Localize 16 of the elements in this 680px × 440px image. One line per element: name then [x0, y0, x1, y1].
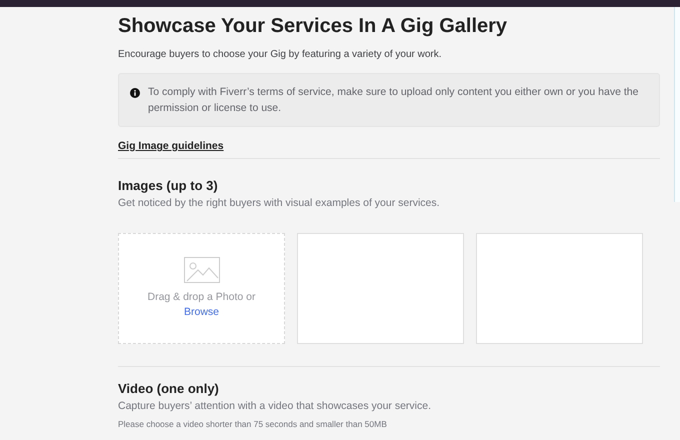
browse-link[interactable]: Browse: [184, 305, 219, 321]
images-heading: Images (up to 3): [118, 177, 219, 195]
video-heading: Video (one only): [118, 380, 220, 398]
video-note: Please choose a video shorter than 75 seconds and smaller than 50MB: [118, 418, 388, 430]
image-slot[interactable]: [476, 233, 643, 344]
image-icon: [184, 256, 220, 282]
images-description: Get noticed by the right buyers with visual examples of your services.: [118, 196, 441, 210]
notice-text: To comply with Fiverr’s terms of service, make sure to upload only content you either own or you have the permission or license to use.: [148, 85, 640, 116]
video-description: Capture buyers’ attention with a video that showcases your service.: [118, 398, 432, 414]
upload-dropzone[interactable]: Drag & drop a Photo or Browse: [118, 233, 285, 344]
dropzone-prompt: Drag & drop a Photo or: [148, 290, 256, 304]
image-slot[interactable]: [297, 233, 464, 344]
page-title: Showcase Your Services In A Gig Gallery: [118, 14, 508, 38]
guidelines-link[interactable]: Gig Image guidelines: [118, 140, 224, 152]
info-icon: [130, 88, 140, 98]
intro-text: Encourage buyers to choose your Gig by featuring a variety of your work.: [118, 48, 443, 62]
